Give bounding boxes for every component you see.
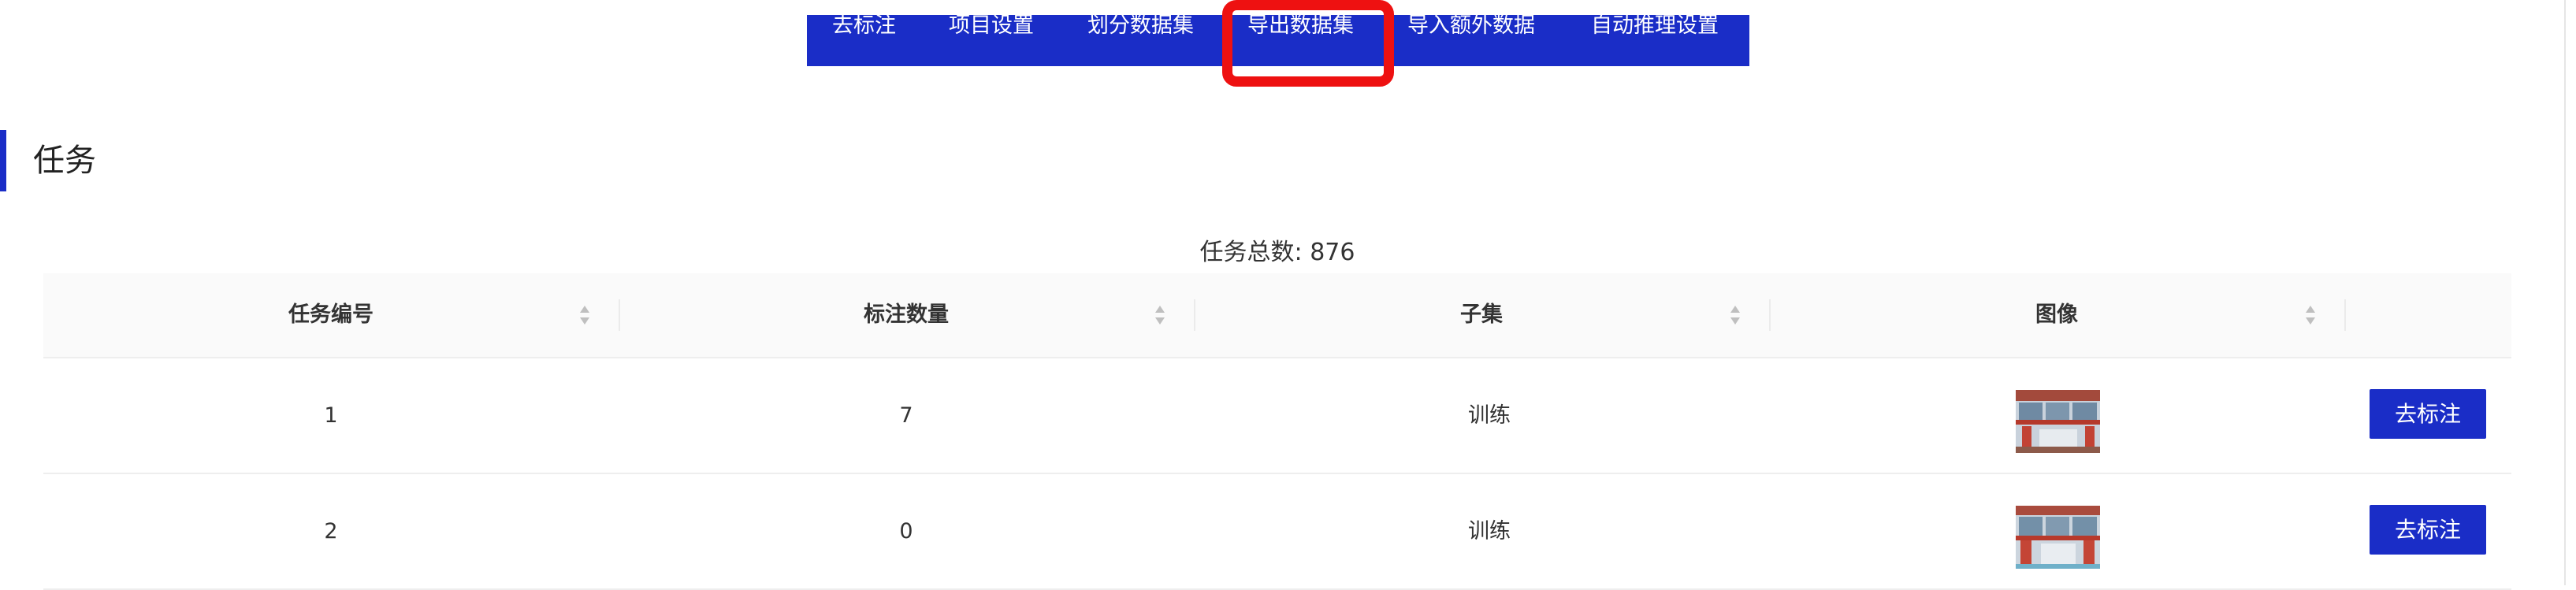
task-table: 任务编号 标注数量 子集 图像 1 7 训练 去标注 2 0 训练 去标注 xyxy=(43,273,2511,590)
cell-label-count: 7 xyxy=(899,403,913,428)
cell-task-id: 2 xyxy=(324,519,338,544)
section-accent-bar xyxy=(0,130,6,191)
cell-label-count: 0 xyxy=(899,519,913,544)
nav-item-export-dataset[interactable]: 导出数据集 xyxy=(1247,0,1354,51)
nav-item-import-data[interactable]: 导入额外数据 xyxy=(1407,0,1535,51)
column-header-image[interactable]: 图像 xyxy=(1769,273,2344,357)
cell-subset: 训练 xyxy=(1468,519,1511,544)
nav-item-split-dataset[interactable]: 划分数据集 xyxy=(1087,0,1194,51)
nav-item-project-settings[interactable]: 项目设置 xyxy=(949,0,1034,51)
column-header-label-count[interactable]: 标注数量 xyxy=(619,273,1194,357)
annotate-button[interactable]: 去标注 xyxy=(2370,389,2486,439)
scrollbar-edge xyxy=(2564,0,2566,585)
task-total-count: 任务总数: 876 xyxy=(1199,239,1355,266)
nav-item-annotate[interactable]: 去标注 xyxy=(832,0,896,51)
section-title: 任务 xyxy=(33,143,96,179)
sort-caret-icon[interactable] xyxy=(1154,303,1165,327)
image-thumbnail-icon[interactable] xyxy=(2016,506,2100,569)
sort-caret-icon[interactable] xyxy=(2305,303,2316,327)
nav-item-auto-infer-settings[interactable]: 自动推理设置 xyxy=(1591,0,1719,51)
table-row: 1 7 训练 去标注 xyxy=(43,358,2511,474)
cell-subset: 训练 xyxy=(1468,403,1511,428)
annotate-button[interactable]: 去标注 xyxy=(2370,505,2486,555)
table-header: 任务编号 标注数量 子集 图像 xyxy=(43,273,2511,358)
image-thumbnail-icon[interactable] xyxy=(2016,390,2100,453)
cell-task-id: 1 xyxy=(324,403,338,428)
column-header-subset[interactable]: 子集 xyxy=(1194,273,1769,357)
column-divider xyxy=(2344,299,2346,331)
sort-caret-icon[interactable] xyxy=(1730,303,1741,327)
table-row: 2 0 训练 去标注 xyxy=(43,474,2511,590)
sort-caret-icon[interactable] xyxy=(579,303,590,327)
column-header-task-id[interactable]: 任务编号 xyxy=(43,273,619,357)
scrollbar-track[interactable] xyxy=(2557,0,2576,585)
